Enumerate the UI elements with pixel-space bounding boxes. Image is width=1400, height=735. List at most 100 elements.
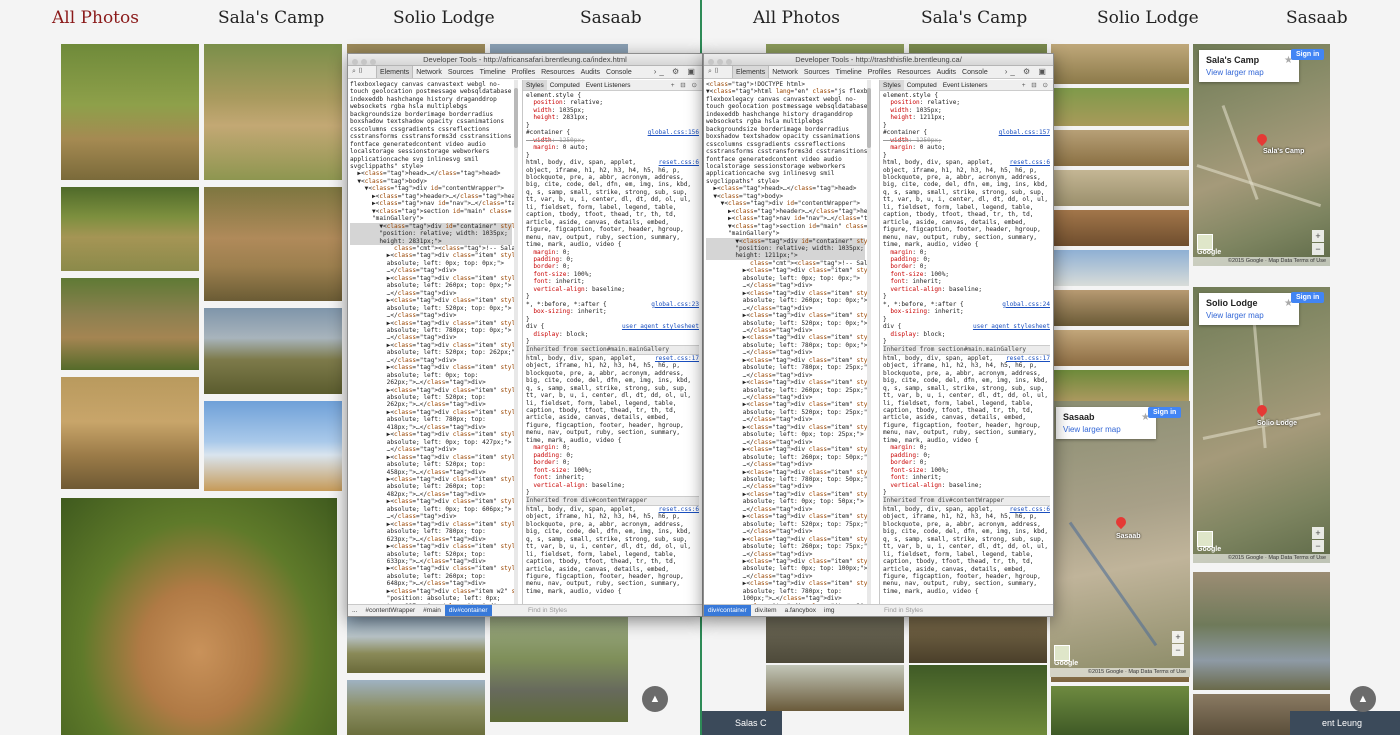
zoom-window-icon[interactable] xyxy=(726,59,732,65)
stylesheet-source-link[interactable]: global.css:157 xyxy=(999,129,1050,136)
dom-node-line[interactable]: touch geolocation postmessage websqldata… xyxy=(706,103,867,110)
zoom-out-button[interactable]: − xyxy=(1172,644,1184,656)
dom-node-line[interactable]: height: 2831px;"> xyxy=(350,237,512,245)
dom-node-line[interactable]: ▶<class="tag">nav id="nav">…</class="tag… xyxy=(350,200,514,207)
dom-node-line[interactable]: csstransforms csstransforms3d csstransit… xyxy=(350,133,512,140)
dom-node-line[interactable]: absolute; left: 780px; top: xyxy=(350,416,512,423)
tab-sources[interactable]: Sources xyxy=(801,66,833,78)
dom-node-line[interactable]: class="cmt"><class="tag">!-- Sala's Camp… xyxy=(350,245,514,252)
dom-node-line[interactable]: 262px;">…</class="tag">div> xyxy=(350,401,512,408)
gallery-photo[interactable] xyxy=(1051,250,1189,286)
breadcrumb-item[interactable]: a.fancybox xyxy=(781,605,820,616)
dom-node-line[interactable]: ▶<class="tag">div class="item" style="po… xyxy=(706,312,867,319)
dom-node-line[interactable]: ▶<class="tag">div class="item" style="po… xyxy=(350,387,514,394)
dom-node-line[interactable]: …</class="tag">div> xyxy=(706,327,865,334)
gallery-photo[interactable] xyxy=(204,401,342,491)
map-type-thumbnail[interactable] xyxy=(1197,531,1213,547)
dom-node-line[interactable]: absolute; left: 780px; top: 0px;"> xyxy=(706,342,867,349)
gallery-photo[interactable] xyxy=(347,680,485,735)
dom-node-line[interactable]: ▶<class="tag">div class="item" style="po… xyxy=(706,357,867,364)
dom-node-line[interactable]: ▶<class="tag">div class="item" style="po… xyxy=(706,424,867,431)
stylesheet-source-link[interactable]: reset.css:17 xyxy=(1006,355,1050,362)
dom-node-line[interactable]: 648px;">…</class="tag">div> xyxy=(350,580,512,587)
dom-node-line[interactable]: …</class="tag">div> xyxy=(706,551,865,558)
dom-node-line[interactable]: ▼<class="tag">body> xyxy=(706,193,865,200)
scroll-to-top-button[interactable]: ▲ xyxy=(642,686,668,712)
dom-node-line[interactable]: …</class="tag">div> xyxy=(706,372,865,379)
dom-node-line[interactable]: ▼<class="tag">div id="container" style= xyxy=(706,237,867,245)
window-controls[interactable] xyxy=(352,57,379,65)
stylesheet-source-link[interactable]: reset.css:6 xyxy=(659,159,699,166)
dom-node-line[interactable]: ▶<class="tag">div class="item" style="po… xyxy=(350,342,514,349)
gallery-photo[interactable] xyxy=(1051,170,1189,206)
dom-node-line[interactable]: flexboxlegacy canvas canvastext webgl no… xyxy=(706,96,865,103)
dom-node-line[interactable]: ▶<class="tag">div class="item" style="po… xyxy=(350,252,514,259)
gallery-photo[interactable] xyxy=(909,617,1047,663)
dom-node-line[interactable]: flexboxlegacy canvas canvastext webgl no… xyxy=(350,81,512,88)
dom-node-line[interactable]: absolute; left: 0px; top: 427px;"> xyxy=(350,439,512,446)
stylesheet-source-link[interactable]: reset.css:6 xyxy=(659,506,699,513)
dom-node-line[interactable]: height: 1211px;"> xyxy=(706,252,865,260)
dom-node-line[interactable]: <class="tag">!DOCTYPE html> xyxy=(706,81,865,88)
nav-sasaab[interactable]: Sasaab xyxy=(580,8,642,28)
dom-node-line[interactable]: 623px;">…</class="tag">div> xyxy=(350,536,512,543)
dom-tree-scrollbar[interactable] xyxy=(514,80,518,604)
dom-node-line[interactable]: ▶<class="tag">div class="item" style="po… xyxy=(706,513,867,520)
tab-network[interactable]: Network xyxy=(413,66,445,78)
dom-node-line[interactable]: ▶<class="tag">div class="item" style="po… xyxy=(706,536,867,543)
dom-node-line[interactable]: 482px;">…</class="tag">div> xyxy=(350,491,512,498)
dom-node-line[interactable]: …</class="tag">div> xyxy=(350,290,512,297)
dom-node-line[interactable]: ▶<class="tag">div class="item" style="po… xyxy=(350,498,514,505)
view-larger-map-link[interactable]: View larger map xyxy=(1063,425,1149,434)
breadcrumb-item[interactable]: ... xyxy=(348,605,361,616)
dom-node-line[interactable]: absolute; left: 0px; top: 100px;"> xyxy=(706,565,867,572)
elements-dom-tree[interactable]: <class="tag">!DOCTYPE html> ▼<class="tag"… xyxy=(704,80,867,604)
map-solio-lodge[interactable]: Solio Lodge View larger map ★ Sign in So… xyxy=(1193,287,1330,563)
tab-elements[interactable]: Elements xyxy=(376,66,414,78)
stylesheet-source-link[interactable]: user agent stylesheet xyxy=(973,323,1050,330)
dom-node-line[interactable]: backgroundsize borderimage borderradius xyxy=(350,111,512,118)
dom-node-line[interactable]: absolute; left: 0px; top: 25px;"> xyxy=(706,431,865,438)
dom-node-line[interactable]: backgroundsize borderimage borderradius xyxy=(706,126,865,133)
dom-node-line[interactable]: ▶<class="tag">div class="item" style="po… xyxy=(350,364,514,371)
google-signin-button[interactable]: Sign in xyxy=(1148,407,1182,418)
stylesheet-source-link[interactable]: reset.css:6 xyxy=(1010,159,1050,166)
gallery-photo[interactable] xyxy=(766,665,904,711)
dom-node-line[interactable]: absolute; left: 520px; top: 25px;"> xyxy=(706,409,867,416)
dom-node-line[interactable]: fontface generatedcontent video audio xyxy=(706,156,865,163)
dom-node-line[interactable]: 633px;">…</class="tag">div> xyxy=(350,558,512,565)
dom-node-line[interactable]: …</class="tag">div> xyxy=(350,357,512,364)
breadcrumb-item[interactable]: #main xyxy=(419,605,445,616)
dom-node-line[interactable]: absolute; left: 520px; top: 75px;"> xyxy=(706,521,867,528)
dom-node-line[interactable]: applicationcache svg inlinesvg smil xyxy=(350,156,512,163)
inspect-element-icon[interactable]: ⌕ ▯ xyxy=(708,68,719,76)
tab-audits[interactable]: Audits xyxy=(578,66,603,78)
dom-node-line[interactable]: absolute; left: 780px; top: 50px;"> xyxy=(706,476,867,483)
dom-node-line[interactable]: …</class="tag">div> xyxy=(350,513,512,520)
dom-node-line[interactable]: indexeddb hashchange history draganddrop xyxy=(350,96,512,103)
gallery-photo[interactable] xyxy=(1051,130,1189,166)
stylesheet-source-link[interactable]: user agent stylesheet xyxy=(622,323,699,330)
stylesheet-source-link[interactable]: global.css:156 xyxy=(648,129,699,136)
dom-node-line[interactable]: absolute; left: 0px; top: 0px;"> xyxy=(706,275,865,282)
dom-node-line[interactable]: ▶<class="tag">head>…</class="tag">head> xyxy=(706,185,865,192)
dom-node-line[interactable]: …</class="tag">div> xyxy=(706,282,865,289)
gallery-photo[interactable] xyxy=(204,308,342,394)
breadcrumb-item[interactable]: div#container xyxy=(704,605,751,616)
dom-node-line[interactable]: "position: absolute; left: 0px; xyxy=(350,595,512,602)
gallery-photo[interactable] xyxy=(204,187,342,301)
dom-node-line[interactable]: boxshadow textshadow opacity cssanimatio… xyxy=(350,118,512,125)
dom-node-line[interactable]: ▶<class="tag">div class="item" style="po… xyxy=(706,491,867,498)
dom-node-line[interactable]: ▶<class="tag">div class="item" style="po… xyxy=(350,431,514,438)
dom-node-line[interactable]: websockets rgba hsla multiplebgs xyxy=(350,103,512,110)
dom-node-line[interactable]: class="cmt"><class="tag">!-- Sala's Camp… xyxy=(706,260,867,267)
dom-node-line[interactable]: ▼<class="tag">html lang="en" class="js f… xyxy=(706,88,867,95)
breadcrumb-item[interactable]: #contentWrapper xyxy=(361,605,419,616)
map-pin-icon[interactable] xyxy=(1116,517,1126,531)
dom-node-line[interactable]: absolute; left: 520px; top: xyxy=(350,394,512,401)
zoom-out-button[interactable]: − xyxy=(1312,540,1324,552)
elements-dom-tree[interactable]: flexboxlegacy canvas canvastext webgl no… xyxy=(348,80,514,604)
dom-node-line[interactable]: "position: relative; width: 1035px; xyxy=(706,244,865,253)
dom-node-line[interactable]: absolute; left: 0px; top: 0px;"> xyxy=(350,260,512,267)
devtools-controls-icon[interactable]: ›_ ⚙ ▣ xyxy=(654,67,698,76)
